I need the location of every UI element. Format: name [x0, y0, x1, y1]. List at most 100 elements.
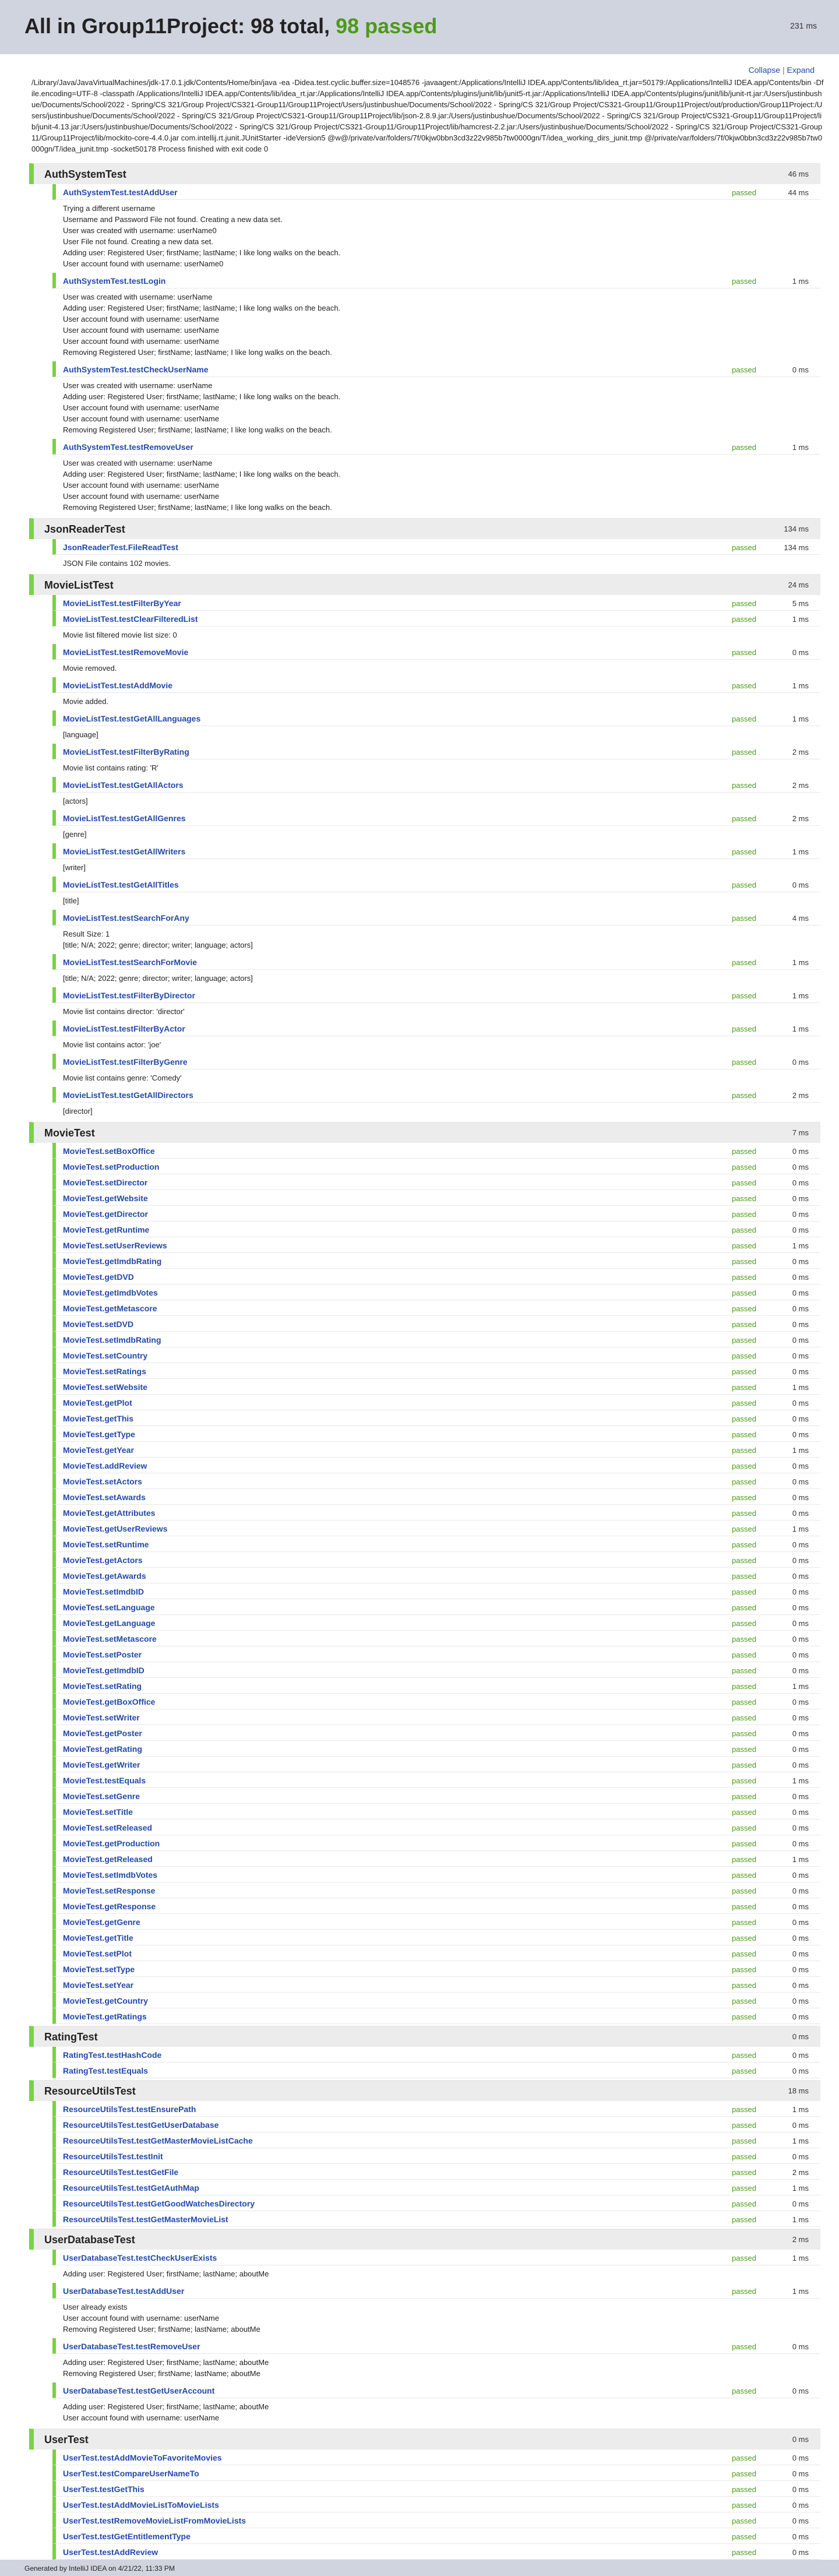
test-row[interactable]: AuthSystemTest.testRemoveUser passed 1 ms: [52, 439, 820, 455]
test-row[interactable]: MovieListTest.testClearFilteredList passe…: [52, 611, 820, 627]
test-name[interactable]: MovieTest.getType: [63, 1430, 135, 1439]
test-row[interactable]: MovieTest.setPlot passed 0 ms: [52, 1945, 820, 1961]
suite-header[interactable]: JsonReaderTest 134 ms: [29, 518, 820, 539]
test-row[interactable]: UserTest.testGetEntitlementType passed 0 m…: [52, 2528, 820, 2544]
test-name[interactable]: MovieListTest.testFilterByDirector: [63, 991, 195, 1000]
test-row[interactable]: MovieTest.getRating passed 0 ms: [52, 1741, 820, 1757]
test-name[interactable]: MovieTest.getRuntime: [63, 1225, 149, 1234]
test-name[interactable]: MovieTest.getGenre: [63, 1917, 140, 1927]
test-row[interactable]: UserTest.testRemoveMovieListFromMovieLis…: [52, 2512, 820, 2528]
test-name[interactable]: MovieTest.testEquals: [63, 1776, 146, 1785]
test-name[interactable]: RatingTest.testEquals: [63, 2066, 148, 2075]
test-row[interactable]: MovieTest.setAwards passed 0 ms: [52, 1489, 820, 1505]
test-name[interactable]: MovieTest.getImdbRating: [63, 1257, 161, 1266]
test-row[interactable]: MovieTest.getTitle passed 0 ms: [52, 1930, 820, 1945]
test-row[interactable]: MovieTest.getAwards passed 0 ms: [52, 1568, 820, 1583]
test-name[interactable]: ResourceUtilsTest.testGetMasterMovieList…: [63, 2136, 253, 2145]
test-name[interactable]: ResourceUtilsTest.testGetMasterMovieList: [63, 2215, 228, 2224]
test-row[interactable]: MovieTest.getDirector passed 0 ms: [52, 1206, 820, 1222]
test-name[interactable]: MovieTest.getAwards: [63, 1571, 146, 1581]
test-name[interactable]: MovieTest.getMetascore: [63, 1304, 157, 1313]
test-row[interactable]: MovieListTest.testFilterByRating passed 2 …: [52, 744, 820, 759]
test-name[interactable]: MovieTest.getAttributes: [63, 1508, 155, 1518]
test-name[interactable]: UserDatabaseTest.testAddUser: [63, 2286, 184, 2296]
test-name[interactable]: MovieListTest.testGetAllWriters: [63, 847, 185, 856]
test-row[interactable]: MovieTest.getWriter passed 0 ms: [52, 1757, 820, 1772]
test-name[interactable]: MovieTest.getActors: [63, 1556, 143, 1565]
test-name[interactable]: MovieTest.getDirector: [63, 1209, 148, 1219]
test-row[interactable]: MovieTest.setLanguage passed 0 ms: [52, 1599, 820, 1615]
test-row[interactable]: MovieTest.getImdbVotes passed 0 ms: [52, 1285, 820, 1300]
test-name[interactable]: MovieTest.setMetascore: [63, 1634, 157, 1644]
test-row[interactable]: MovieTest.setWebsite passed 1 ms: [52, 1379, 820, 1395]
test-name[interactable]: MovieTest.getUserReviews: [63, 1524, 167, 1533]
test-row[interactable]: JsonReaderTest.FileReadTest passed 134 ms: [52, 539, 820, 555]
test-row[interactable]: MovieTest.setDVD passed 0 ms: [52, 1316, 820, 1332]
test-row[interactable]: MovieListTest.testGetAllActors passed 2 ms: [52, 777, 820, 793]
test-name[interactable]: ResourceUtilsTest.testInit: [63, 2152, 163, 2161]
test-row[interactable]: MovieTest.getType passed 0 ms: [52, 1426, 820, 1442]
test-row[interactable]: MovieTest.setCountry passed 0 ms: [52, 1347, 820, 1363]
test-name[interactable]: MovieTest.setProduction: [63, 1162, 159, 1171]
test-row[interactable]: RatingTest.testHashCode passed 0 ms: [52, 2047, 820, 2063]
test-row[interactable]: MovieTest.getImdbRating passed 0 ms: [52, 1253, 820, 1269]
test-row[interactable]: MovieTest.getCountry passed 0 ms: [52, 1993, 820, 2008]
test-row[interactable]: UserDatabaseTest.testCheckUserExists pass…: [52, 2250, 820, 2265]
test-name[interactable]: MovieTest.getRatings: [63, 2012, 147, 2021]
test-name[interactable]: RatingTest.testHashCode: [63, 2050, 161, 2060]
test-name[interactable]: MovieTest.setPlot: [63, 1949, 132, 1958]
test-row[interactable]: MovieTest.setImdbVotes passed 0 ms: [52, 1867, 820, 1882]
test-row[interactable]: MovieListTest.testSearchForAny passed 4 ms: [52, 910, 820, 925]
test-row[interactable]: MovieTest.getAttributes passed 0 ms: [52, 1505, 820, 1521]
test-row[interactable]: MovieListTest.testGetAllTitles passed 0 ms: [52, 877, 820, 892]
test-row[interactable]: MovieListTest.testGetAllGenres passed 2 ms: [52, 810, 820, 826]
test-name[interactable]: UserDatabaseTest.testRemoveUser: [63, 2342, 200, 2351]
test-row[interactable]: MovieTest.getPoster passed 0 ms: [52, 1725, 820, 1741]
test-name[interactable]: MovieTest.setUserReviews: [63, 1241, 167, 1250]
test-name[interactable]: MovieListTest.testGetAllLanguages: [63, 714, 200, 723]
test-name[interactable]: MovieListTest.testFilterByYear: [63, 599, 181, 608]
test-name[interactable]: MovieTest.setWriter: [63, 1713, 140, 1722]
test-row[interactable]: MovieTest.getUserReviews passed 1 ms: [52, 1521, 820, 1536]
test-row[interactable]: MovieTest.setImdbID passed 0 ms: [52, 1583, 820, 1599]
test-row[interactable]: MovieTest.getActors passed 0 ms: [52, 1552, 820, 1568]
test-row[interactable]: MovieTest.setWriter passed 0 ms: [52, 1709, 820, 1725]
test-name[interactable]: MovieTest.setYear: [63, 1980, 133, 1990]
test-row[interactable]: MovieListTest.testGetAllWriters passed 1 m…: [52, 843, 820, 859]
test-name[interactable]: MovieTest.getBoxOffice: [63, 1697, 155, 1706]
test-row[interactable]: MovieTest.setUserReviews passed 1 ms: [52, 1237, 820, 1253]
test-row[interactable]: MovieListTest.testGetAllDirectors passed 2…: [52, 1087, 820, 1103]
test-row[interactable]: UserTest.testAddMovieListToMovieLists pas…: [52, 2497, 820, 2512]
test-row[interactable]: MovieTest.setImdbRating passed 0 ms: [52, 1332, 820, 1347]
suite-header[interactable]: MovieListTest 24 ms: [29, 574, 820, 595]
test-name[interactable]: MovieListTest.testSearchForAny: [63, 913, 189, 923]
test-row[interactable]: UserDatabaseTest.testGetUserAccount passe…: [52, 2383, 820, 2398]
test-name[interactable]: MovieTest.getProduction: [63, 1839, 160, 1848]
test-row[interactable]: MovieTest.setActors passed 0 ms: [52, 1473, 820, 1489]
test-name[interactable]: MovieTest.getLanguage: [63, 1618, 155, 1628]
suite-header[interactable]: MovieTest 7 ms: [29, 1122, 820, 1143]
test-name[interactable]: MovieTest.setRatings: [63, 1367, 146, 1376]
test-row[interactable]: MovieTest.getMetascore passed 0 ms: [52, 1300, 820, 1316]
test-row[interactable]: MovieTest.getThis passed 0 ms: [52, 1410, 820, 1426]
test-name[interactable]: UserTest.testAddMovieToFavoriteMovies: [63, 2453, 222, 2462]
test-name[interactable]: MovieTest.setAwards: [63, 1493, 146, 1502]
test-name[interactable]: MovieTest.setGenre: [63, 1792, 140, 1801]
test-name[interactable]: UserTest.testAddMovieListToMovieLists: [63, 2500, 219, 2510]
test-row[interactable]: MovieListTest.testFilterByDirector passed…: [52, 987, 820, 1003]
test-row[interactable]: MovieTest.addReview passed 0 ms: [52, 1458, 820, 1473]
test-row[interactable]: MovieTest.getPlot passed 0 ms: [52, 1395, 820, 1410]
test-row[interactable]: MovieTest.setTitle passed 0 ms: [52, 1804, 820, 1820]
test-name[interactable]: MovieTest.getRating: [63, 1744, 142, 1754]
test-row[interactable]: MovieTest.setReleased passed 0 ms: [52, 1820, 820, 1835]
test-row[interactable]: MovieTest.setBoxOffice passed 0 ms: [52, 1143, 820, 1159]
test-row[interactable]: UserTest.testAddReview passed 0 ms: [52, 2544, 820, 2560]
test-row[interactable]: MovieListTest.testRemoveMovie passed 0 ms: [52, 644, 820, 660]
suite-header[interactable]: RatingTest 0 ms: [29, 2026, 820, 2047]
test-name[interactable]: JsonReaderTest.FileReadTest: [63, 543, 178, 552]
test-row[interactable]: UserTest.testCompareUserNameTo passed 0 ms: [52, 2465, 820, 2481]
test-name[interactable]: MovieListTest.testRemoveMovie: [63, 647, 188, 657]
test-row[interactable]: UserTest.testAddMovieToFavoriteMovies pas…: [52, 2450, 820, 2465]
test-name[interactable]: UserDatabaseTest.testCheckUserExists: [63, 2253, 217, 2262]
test-name[interactable]: AuthSystemTest.testAddUser: [63, 188, 178, 197]
